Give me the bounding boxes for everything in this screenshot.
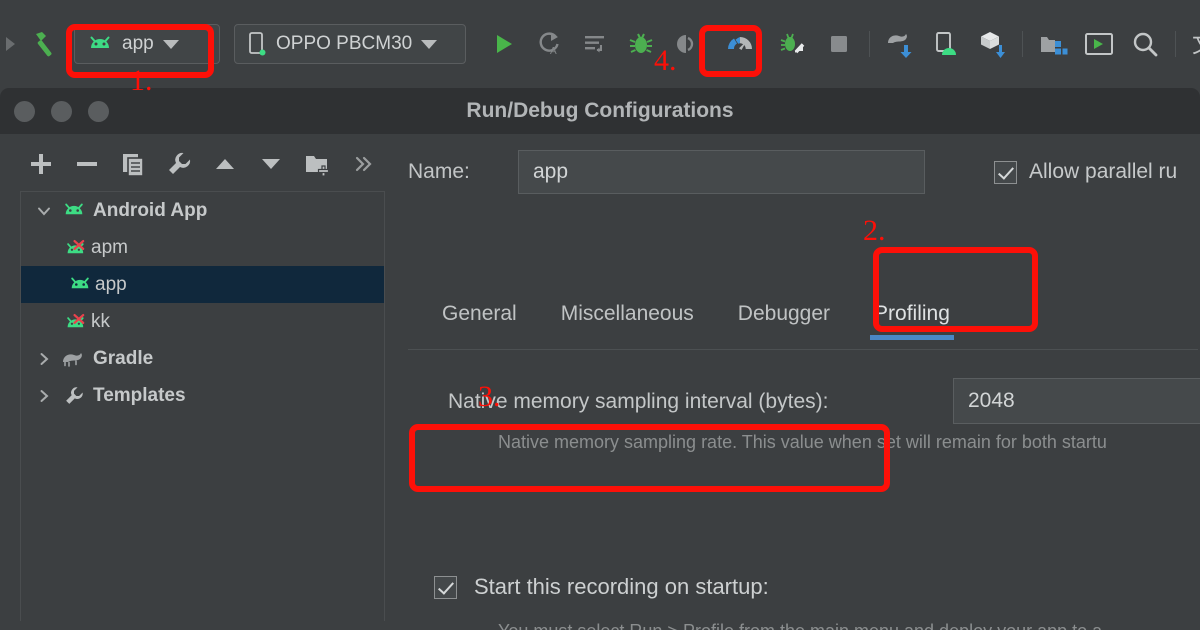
start-recording-label: Start this recording on startup: [474,574,769,599]
svg-text:文: 文 [1192,32,1200,58]
device-selector[interactable]: OPPO PBCM30 [234,24,466,64]
hammer-build-icon[interactable] [22,22,68,66]
layout-inspector-icon[interactable] [1076,22,1122,66]
configurations-tree[interactable]: Android App apm app kk Gradle Templates [20,191,385,621]
dialog-title: Run/Debug Configurations [466,99,734,122]
tab-general[interactable]: General [420,292,539,352]
tab-debugger[interactable]: Debugger [716,292,852,352]
tree-item-label: Android App [93,199,208,221]
debug-icon[interactable] [618,22,664,66]
tabs-divider [408,349,1198,350]
chevron-down-icon[interactable] [33,200,55,222]
configuration-editor-pane: Name: app Allow parallel ru General Misc… [396,134,1200,630]
native-sampling-row: Native memory sampling interval (bytes):… [408,378,1200,426]
wrench-icon [61,385,87,407]
tab-label: General [442,302,517,325]
toolbar-divider [1022,31,1023,57]
name-label: Name: [408,160,470,183]
run-with-coverage-icon[interactable] [770,22,816,66]
add-configuration-button[interactable] [18,144,64,184]
chevron-right-icon[interactable] [33,348,55,370]
android-head-error-icon [65,237,91,259]
tree-item-label: app [95,273,127,295]
tab-profiling[interactable]: Profiling [852,292,972,352]
apply-changes-restart-activity-icon[interactable]: A [526,22,572,66]
start-recording-hint: You must select Run > Profile from the m… [498,621,1102,630]
configurations-toolbar [18,142,388,186]
project-structure-icon[interactable] [1030,22,1076,66]
android-head-icon [87,35,113,53]
chevron-down-icon [421,39,438,49]
avd-manager-icon[interactable] [923,22,969,66]
allow-parallel-run-checkbox[interactable] [994,160,1017,184]
active-tab-underline [870,335,954,340]
remove-configuration-button[interactable] [64,144,110,184]
gradle-elephant-icon [61,348,87,370]
apply-code-changes-icon[interactable] [572,22,618,66]
allow-parallel-run-row[interactable]: Allow parallel ru [994,148,1177,196]
dialog-body: Android App apm app kk Gradle Templates … [0,134,1200,630]
start-recording-checkbox[interactable] [434,575,457,599]
name-input[interactable]: app [518,150,925,194]
native-sampling-input[interactable]: 2048 [953,378,1200,424]
tree-item-label: Gradle [93,347,154,369]
tab-miscellaneous[interactable]: Miscellaneous [539,292,716,352]
allow-parallel-run-label: Allow parallel ru [1029,160,1178,183]
dialog-titlebar: Run/Debug Configurations [0,88,1200,134]
android-head-icon [65,274,95,296]
move-down-button[interactable] [248,144,294,184]
native-sampling-label: Native memory sampling interval (bytes): [448,390,829,413]
device-label: OPPO PBCM30 [276,33,413,54]
toolbar-overflow-arrow-icon[interactable] [0,22,22,66]
run-configuration-selector[interactable]: app [74,24,220,64]
tree-item-label: apm [91,236,128,258]
search-icon[interactable] [1122,22,1168,66]
profile-icon[interactable] [710,22,770,66]
native-sampling-hint: Native memory sampling rate. This value … [498,432,1107,452]
translate-icon[interactable]: 文 [1183,22,1200,66]
chevron-right-icon[interactable] [33,385,55,407]
ide-toolbar: app OPPO PBCM30 A [0,0,1200,88]
edit-templates-wrench-icon[interactable] [156,144,202,184]
tree-item-label: Templates [93,384,186,406]
tree-item-gradle[interactable]: Gradle [21,340,384,377]
toolbar-divider [1175,31,1176,57]
android-head-icon [61,200,87,222]
toolbar-divider [869,31,870,57]
tree-item-android-app[interactable]: Android App [21,192,384,229]
tab-label: Profiling [874,302,950,325]
tab-label: Debugger [737,302,831,325]
start-recording-row[interactable]: Start this recording on startup: [434,567,769,607]
svg-text:A: A [550,46,557,57]
copy-configuration-button[interactable] [110,144,156,184]
tree-item-app[interactable]: app [21,266,384,303]
sdk-manager-icon[interactable] [969,22,1015,66]
chevron-down-icon [162,39,179,49]
run-debug-configurations-dialog: Run/Debug Configurations Android App apm… [0,88,1200,630]
tab-label: Miscellaneous [560,302,694,325]
gradle-sync-icon[interactable] [877,22,923,66]
phone-device-icon [247,31,267,57]
run-icon[interactable] [480,22,526,66]
screenshot-root: app OPPO PBCM30 A Run/Debug Configuratio… [0,0,1200,630]
tree-item-templates[interactable]: Templates [21,377,384,414]
attach-debugger-icon[interactable] [664,22,710,66]
more-options-button[interactable] [340,144,386,184]
move-into-folder-button[interactable] [294,144,340,184]
move-up-button[interactable] [202,144,248,184]
android-head-error-icon [65,311,91,333]
tree-item-kk[interactable]: kk [21,303,384,340]
configuration-tabs: General Miscellaneous Debugger Profiling [420,292,972,352]
ide-toolbar-strip: app OPPO PBCM30 A [0,14,1200,74]
run-configuration-label: app [122,33,154,54]
stop-icon[interactable] [816,22,862,66]
tree-item-apm[interactable]: apm [21,229,384,266]
tree-item-label: kk [91,310,110,332]
